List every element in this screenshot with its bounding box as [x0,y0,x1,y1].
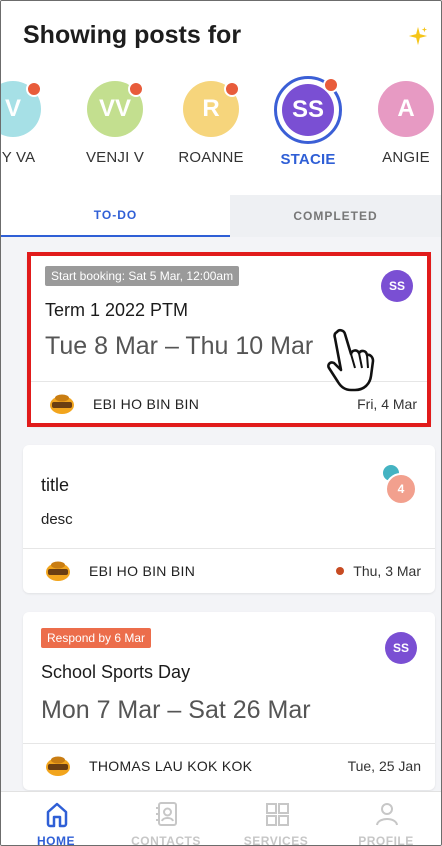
post-date: Tue, 25 Jan [347,758,421,774]
notification-dot [26,81,42,97]
profile-icon [376,803,398,826]
nav-services[interactable]: SERVICES [221,792,331,846]
home-icon [46,802,68,828]
school-logo-icon [46,756,70,776]
child-name: ROANNE [178,149,244,166]
highlight-box [27,252,431,427]
nav-label: HOME [37,834,75,846]
nav-label: CONTACTS [131,834,201,846]
nav-home[interactable]: HOME [1,792,111,846]
school-logo-icon [46,561,70,581]
notification-dot [128,81,144,97]
header: Showing posts for V CY VA VV VENJI V [1,1,441,195]
child-selector: V CY VA VV VENJI V R ROANNE [1,76,441,181]
avatar: R [183,81,240,137]
nav-label: SERVICES [243,834,309,846]
child-name: STACIE [280,151,336,168]
post-description: desc [41,511,73,528]
child-avatar-stacie[interactable]: SS STACIE [263,76,353,168]
post-tabs: TO-DO COMPLETED [1,195,441,237]
avatar: SS [385,632,417,664]
post-date-range: Mon 7 Mar – Sat 26 Mar [41,696,311,724]
nav-contacts[interactable]: CONTACTS [111,792,221,846]
sparkle-icon[interactable] [407,25,429,47]
tab-todo[interactable]: TO-DO [1,195,230,237]
child-name: CY VA [1,149,36,166]
child-name: VENJI V [85,149,145,166]
poster-name: EBI HO BIN BIN [89,563,196,579]
child-avatar-angie[interactable]: A ANGIE [361,81,441,166]
post-card[interactable]: Respond by 6 Mar SS School Sports Day Mo… [23,612,435,790]
post-footer: THOMAS LAU KOK KOK Tue, 25 Jan [23,743,435,790]
notification-dot [323,77,339,93]
post-title: School Sports Day [41,662,191,682]
tab-completed[interactable]: COMPLETED [230,195,441,237]
child-name: ANGIE [382,149,430,166]
nav-label: PROFILE [358,834,414,846]
poster-name: THOMAS LAU KOK KOK [89,758,253,774]
post-footer: EBI HO BIN BIN Thu, 3 Mar [23,548,435,593]
child-avatar-venji-v[interactable]: VV VENJI V [70,81,160,166]
bottom-nav: HOME CONTACTS SERVICES PROFILE [1,791,441,846]
avatar-selected-ring: SS [274,76,342,144]
child-avatar-roanne[interactable]: R ROANNE [166,81,256,166]
app-frame: Showing posts for V CY VA VV VENJI V [0,0,442,846]
post-date: Thu, 3 Mar [336,563,421,579]
page-title: Showing posts for [23,21,242,49]
post-title: title [41,475,70,495]
notification-dot [224,81,240,97]
post-card[interactable]: 4 title desc EBI HO BIN BIN Thu, 3 Mar [23,445,435,593]
nav-profile[interactable]: PROFILE [331,792,441,846]
contacts-icon [156,802,177,826]
avatar: VV [87,81,144,137]
avatar-count: 4 [385,473,417,505]
child-avatar-cy-va[interactable]: V CY VA [1,81,58,166]
avatar: V [1,81,42,137]
services-icon [266,803,289,826]
unread-dot [336,567,345,575]
respond-badge: Respond by 6 Mar [41,628,152,648]
avatar: A [378,81,434,137]
